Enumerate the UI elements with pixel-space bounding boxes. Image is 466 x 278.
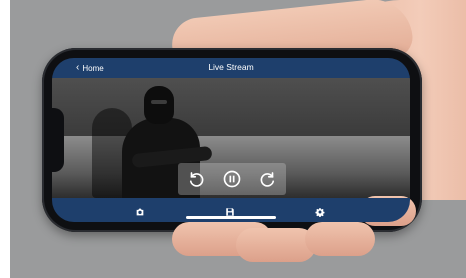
live-video-feed[interactable] — [52, 78, 410, 208]
home-indicator[interactable] — [186, 216, 276, 219]
rewind-button[interactable] — [185, 168, 207, 190]
save-button[interactable] — [225, 204, 235, 216]
rotate-cw-icon — [260, 172, 275, 187]
pause-icon — [223, 170, 241, 188]
hand-finger — [305, 222, 375, 256]
pause-button[interactable] — [221, 168, 243, 190]
camera-icon — [136, 208, 144, 216]
forward-button[interactable] — [257, 168, 279, 190]
phone-notch — [52, 108, 64, 172]
page-title: Live Stream — [208, 62, 254, 72]
top-nav-bar: ‹ Home Live Stream — [52, 58, 410, 78]
settings-button[interactable] — [315, 204, 325, 218]
rotate-ccw-icon — [189, 172, 204, 187]
bottom-toolbar — [52, 198, 410, 222]
phone-screen: ‹ Home Live Stream — [52, 58, 410, 222]
intruder-head — [144, 86, 174, 124]
playback-controls — [178, 163, 286, 195]
gear-icon — [315, 208, 325, 218]
hand-finger — [236, 228, 316, 262]
photo-scene: ‹ Home Live Stream — [0, 0, 466, 278]
snapshot-button[interactable] — [135, 204, 145, 216]
